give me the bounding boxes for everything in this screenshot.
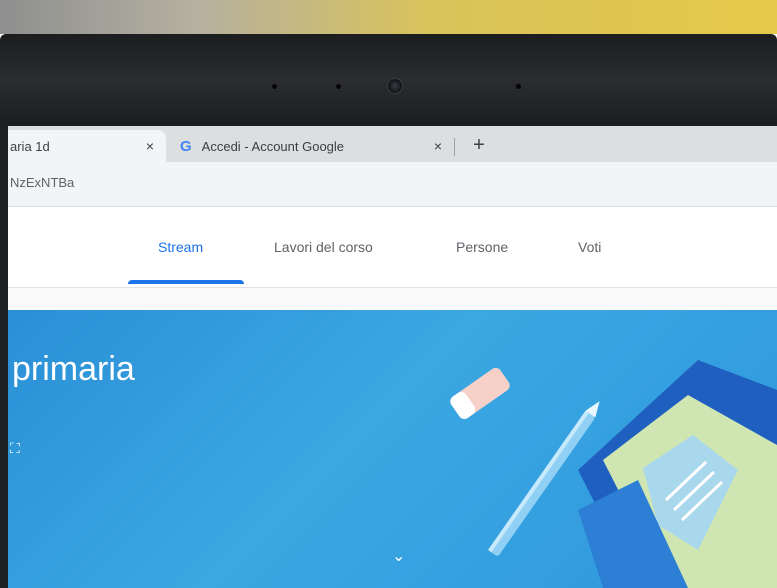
tab-classroom[interactable]: aria 1d × [8,130,166,162]
class-title: primaria [12,350,135,388]
fullscreen-icon[interactable]: ⛶ [10,440,20,457]
tab-title: Accedi - Account Google [201,138,345,154]
classroom-nav: Stream Lavori del corso Persone Voti [8,207,777,288]
webcam [387,78,403,94]
tab-voti[interactable]: Voti [578,239,601,255]
background-wall [0,0,777,34]
new-tab-button[interactable]: + [466,132,492,158]
tab-title: aria 1d [10,138,50,154]
eraser-shape [450,367,510,419]
browser-window: aria 1d × G Accedi - Account Google × + … [8,126,777,588]
bezel-sensor [336,84,341,89]
bezel-sensor [516,84,521,89]
url-text[interactable]: NzExNTBa [10,175,74,190]
tab-stream[interactable]: Stream [158,239,203,255]
chevron-down-icon[interactable]: ⌄ [392,546,405,566]
class-banner: primaria ⛶ ⌄ [8,310,777,588]
close-tab-icon[interactable]: × [428,138,448,154]
tab-persone[interactable]: Persone [456,239,508,255]
banner-illustration [450,360,777,588]
content-gap [8,288,777,310]
active-tab-indicator [128,280,244,284]
tab-strip: aria 1d × G Accedi - Account Google × + [8,126,777,162]
bezel-sensor [272,84,277,89]
tab-google-account[interactable]: G Accedi - Account Google × [170,130,454,162]
tab-lavori-del-corso[interactable]: Lavori del corso [274,239,373,255]
google-favicon-icon: G [180,137,192,155]
address-bar[interactable]: NzExNTBa [8,162,777,207]
tab-separator [454,138,455,156]
screen-edge [0,126,8,588]
close-tab-icon[interactable]: × [140,138,160,154]
